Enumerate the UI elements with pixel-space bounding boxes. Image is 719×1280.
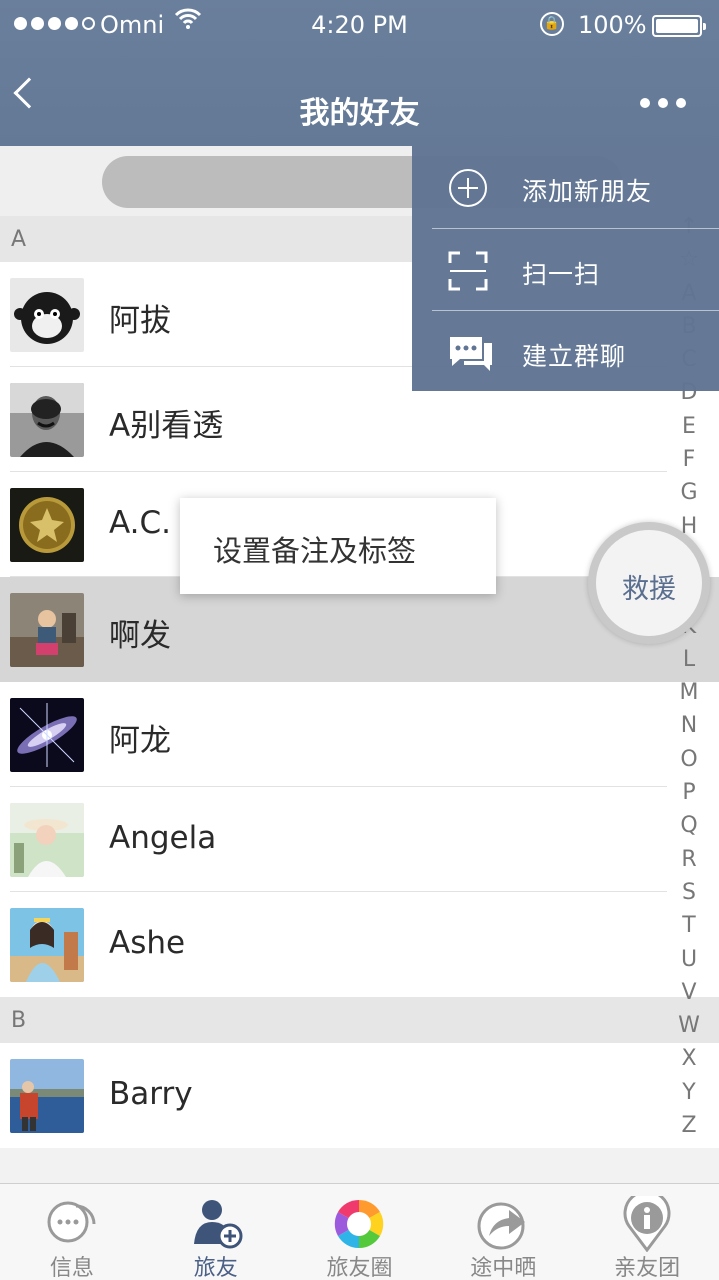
contact-name: A.C. [109, 505, 172, 541]
contact-row[interactable]: Barry [0, 1043, 719, 1148]
contact-row[interactable]: Ashe [0, 892, 719, 997]
header-bar: Omni 4:20 PM 🔒 100% 我的好友 [0, 0, 719, 146]
index-letter[interactable]: V [669, 976, 709, 1009]
more-options-menu: 添加新朋友 扫一扫 建立群聊 [412, 146, 719, 391]
context-menu: 设置备注及标签 [180, 498, 496, 594]
index-letter[interactable]: Q [669, 809, 709, 842]
index-letter[interactable]: W [669, 1009, 709, 1042]
tab-friends[interactable]: 旅友 [144, 1184, 288, 1280]
avatar [10, 488, 84, 562]
contact-row[interactable]: 阿龙 [0, 682, 719, 787]
avatar [10, 1059, 84, 1133]
index-letter[interactable]: P [669, 776, 709, 809]
index-letter[interactable]: T [669, 909, 709, 942]
index-letter[interactable]: X [669, 1042, 709, 1075]
status-bar: Omni 4:20 PM 🔒 100% [0, 0, 719, 50]
tab-label: 途中晒 [470, 1256, 537, 1280]
index-letter[interactable]: U [669, 943, 709, 976]
share-icon [473, 1196, 533, 1252]
tab-label: 亲友团 [614, 1256, 681, 1280]
add-circle-icon [448, 168, 487, 207]
tab-travel[interactable]: 途中晒 [431, 1184, 575, 1280]
chat-bubbles-icon [448, 333, 492, 371]
avatar [10, 908, 84, 982]
menu-item-group-chat[interactable]: 建立群聊 [432, 310, 719, 392]
index-letter[interactable]: F [669, 443, 709, 476]
index-letter[interactable]: S [669, 876, 709, 909]
index-letter[interactable]: N [669, 709, 709, 742]
avatar [10, 383, 84, 457]
index-letter[interactable]: Y [669, 1076, 709, 1109]
tab-label: 旅友圈 [326, 1256, 393, 1280]
menu-item-scan[interactable]: 扫一扫 [432, 228, 719, 310]
menu-item-add-friend[interactable]: 添加新朋友 [412, 146, 719, 228]
contact-name: Barry [109, 1076, 193, 1112]
avatar [10, 803, 84, 877]
contact-name: 阿龙 [109, 723, 171, 759]
index-letter[interactable]: Z [669, 1109, 709, 1142]
index-letter[interactable]: O [669, 743, 709, 776]
tab-messages[interactable]: 信息 [0, 1184, 144, 1280]
index-letter[interactable]: G [669, 476, 709, 509]
avatar [10, 698, 84, 772]
chat-bubble-icon [42, 1196, 102, 1252]
contact-name: 阿拔 [109, 303, 171, 339]
rescue-button[interactable]: 救援 [588, 522, 710, 644]
aperture-icon [329, 1196, 389, 1252]
contact-row[interactable]: Angela [0, 787, 719, 892]
battery-icon [652, 15, 706, 37]
index-letter[interactable]: E [669, 410, 709, 443]
bottom-tab-bar: 信息 旅友 旅友圈 途中晒 亲友团 [0, 1183, 719, 1280]
add-user-icon [186, 1196, 246, 1252]
tab-moments[interactable]: 旅友圈 [288, 1184, 432, 1280]
tab-label: 信息 [49, 1256, 94, 1280]
battery-percent: 100% [578, 11, 647, 39]
contact-name: Ashe [109, 925, 186, 961]
rotation-lock-icon: 🔒 [540, 12, 564, 36]
rescue-label: 救援 [622, 574, 676, 605]
index-letter[interactable]: L [669, 643, 709, 676]
menu-item-label: 建立群聊 [522, 342, 627, 371]
location-pin-icon [617, 1189, 677, 1253]
menu-item-label: 添加新朋友 [522, 177, 653, 206]
menu-item-label: 扫一扫 [522, 260, 601, 289]
contact-name: Angela [109, 820, 217, 856]
tab-family[interactable]: 亲友团 [575, 1184, 719, 1280]
scan-icon [448, 251, 488, 291]
avatar [10, 278, 84, 352]
page-title: 我的好友 [299, 96, 420, 131]
more-options-button[interactable] [640, 98, 686, 108]
avatar [10, 593, 84, 667]
index-letter[interactable]: R [669, 843, 709, 876]
set-remark-option[interactable]: 设置备注及标签 [213, 528, 416, 570]
contact-name: 啊发 [109, 618, 171, 654]
tab-label: 旅友 [193, 1256, 238, 1280]
section-header-b: B [0, 997, 719, 1043]
index-letter[interactable]: M [669, 676, 709, 709]
contact-name: A别看透 [109, 408, 224, 444]
